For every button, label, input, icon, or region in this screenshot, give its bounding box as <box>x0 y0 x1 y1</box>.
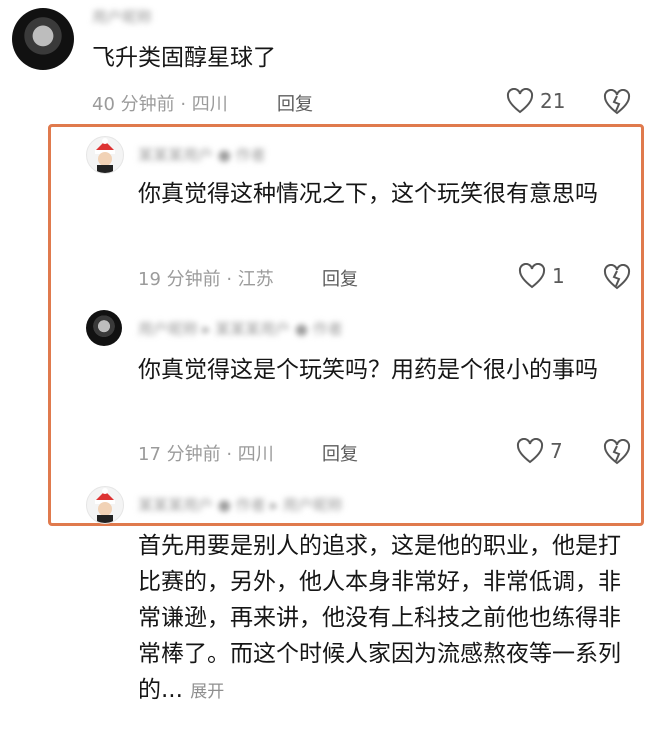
reply-text: 首先用要是别人的追求，这是他的职业，他是打比赛的，另外，他人本身非常好，非常低调… <box>138 528 628 710</box>
reply-button[interactable]: 回复 <box>277 90 313 116</box>
reply-text: 你真觉得这是个玩笑吗？用药是个很小的事吗 <box>138 357 598 383</box>
username-blurred[interactable]: 某某某用户 ● 作者 <box>138 144 266 165</box>
reply-text: 你真觉得这种情况之下，这个玩笑很有意思吗 <box>138 181 598 207</box>
dislike-icon[interactable] <box>603 89 631 115</box>
avatar[interactable] <box>86 136 124 174</box>
comment-time-location: 40 分钟前 · 四川 <box>92 94 228 115</box>
like-count: 7 <box>550 439 563 463</box>
reply-button[interactable]: 回复 <box>322 265 358 291</box>
reply-time-location: 17 分钟前 · 四川 <box>138 444 274 465</box>
like-button[interactable]: 7 <box>516 438 563 464</box>
like-button[interactable]: 1 <box>518 263 565 289</box>
dislike-icon[interactable] <box>603 264 631 290</box>
expand-button[interactable]: 展开 <box>190 682 224 702</box>
avatar[interactable] <box>86 310 122 346</box>
username-blurred[interactable]: 某某某用户 ● 作者 ▸ 用户昵称 <box>138 494 343 515</box>
reply-text-body: 首先用要是别人的追求，这是他的职业，他是打比赛的，另外，他人本身非常好，非常低调… <box>138 533 621 703</box>
username-blurred[interactable]: 用户昵称 <box>92 6 152 27</box>
reply-button[interactable]: 回复 <box>322 440 358 466</box>
like-count: 21 <box>540 89 566 113</box>
avatar[interactable] <box>12 8 74 70</box>
like-button[interactable]: 21 <box>506 88 565 114</box>
dislike-icon[interactable] <box>603 439 631 465</box>
avatar[interactable] <box>86 486 124 524</box>
comment-text: 飞升类固醇星球了 <box>92 45 276 71</box>
heart-icon <box>516 438 544 464</box>
username-blurred[interactable]: 用户昵称 ▸ 某某某用户 ● 作者 <box>138 318 343 339</box>
heart-icon <box>518 263 546 289</box>
like-count: 1 <box>552 264 565 288</box>
heart-icon <box>506 88 534 114</box>
reply-time-location: 19 分钟前 · 江苏 <box>138 269 274 290</box>
